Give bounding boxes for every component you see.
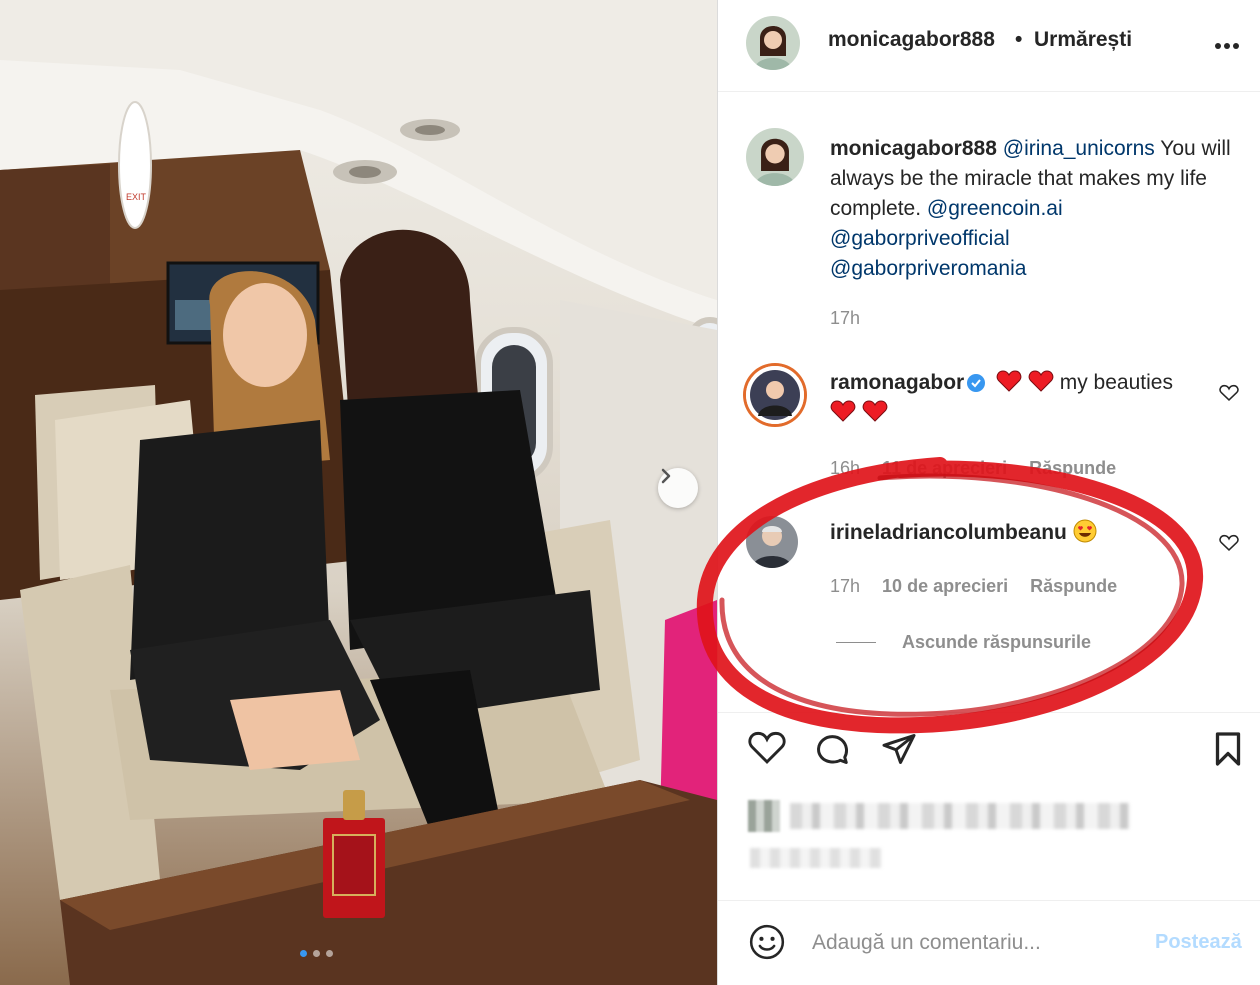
chevron-right-icon: [661, 468, 671, 484]
comment-text: my beauties: [1059, 371, 1173, 394]
commenter-avatar[interactable]: [746, 366, 804, 424]
post-likes-summary[interactable]: [748, 800, 1130, 832]
caption-author-avatar[interactable]: [746, 128, 804, 186]
comment-input[interactable]: [812, 925, 1142, 961]
author-avatar[interactable]: [746, 16, 800, 70]
like-comment-button[interactable]: [1219, 384, 1239, 407]
verified-badge-icon: [967, 374, 986, 393]
comment-bubble-icon: [817, 735, 848, 764]
add-comment-bar: Postează: [718, 900, 1260, 985]
post-photo: EXIT: [0, 0, 717, 985]
like-comment-button[interactable]: [1219, 534, 1239, 557]
carousel-dot: [300, 950, 307, 957]
comment-timestamp[interactable]: 17h: [830, 576, 860, 597]
photo-illustration: EXIT: [0, 0, 717, 985]
author-username-link[interactable]: monicagabor888: [828, 28, 995, 52]
like-post-button[interactable]: [748, 731, 786, 770]
mention-link[interactable]: @gaborpriveofficial: [830, 227, 1010, 250]
caption-text: monicagabor888 @irina_unicorns You will …: [830, 134, 1250, 284]
exit-sign-text: EXIT: [126, 192, 147, 202]
more-options-button[interactable]: [1214, 30, 1240, 56]
red-heart-icon: [996, 370, 1022, 392]
bookmark-icon: [1215, 732, 1241, 766]
hide-replies-label: Ascunde răspunsurile: [902, 632, 1092, 652]
reply-button[interactable]: Răspunde: [1029, 458, 1116, 479]
carousel-dot: [313, 950, 320, 957]
reply-button[interactable]: Răspunde: [1030, 576, 1117, 597]
blurred-liker-avatar: [748, 800, 780, 832]
smiley-icon: [749, 924, 785, 960]
commenter-username-link[interactable]: ramonagabor: [830, 371, 964, 394]
red-heart-icon: [862, 400, 888, 422]
heart-eyes-emoji-icon: [1073, 519, 1097, 543]
paper-plane-icon: [882, 734, 916, 764]
mention-link[interactable]: @irina_unicorns: [1003, 137, 1155, 160]
carousel-indicator: [300, 950, 333, 957]
commenter-avatar[interactable]: [746, 516, 798, 568]
save-post-button[interactable]: [1212, 731, 1244, 772]
caption-author-link[interactable]: monicagabor888: [830, 137, 997, 160]
hide-replies-button[interactable]: Ascunde răspunsurile: [836, 632, 1091, 653]
comment-post-button[interactable]: [813, 731, 851, 772]
comment-likes-count[interactable]: 10 de aprecieri: [882, 576, 1008, 597]
heart-outline-icon: [1219, 384, 1239, 401]
post-side-panel: monicagabor888 • Urmărești monicagabor88…: [717, 0, 1260, 985]
post-actions-bar: [718, 712, 1260, 782]
carousel-next-button[interactable]: [658, 468, 698, 508]
replies-divider-line: [836, 642, 876, 643]
more-dots-icon: [1215, 43, 1239, 49]
comment-body: ramonagabor my beauties: [830, 368, 1210, 428]
comment-body: irineladriancolumbeanu: [830, 518, 1210, 548]
comment-likes-count[interactable]: 11 de aprecieri: [882, 458, 1007, 479]
blurred-post-date: [750, 848, 882, 868]
header-separator: •: [1015, 28, 1023, 51]
caption-timestamp[interactable]: 17h: [830, 308, 860, 329]
red-heart-icon: [1028, 370, 1054, 392]
commenter-username-link[interactable]: irineladriancolumbeanu: [830, 521, 1067, 544]
emoji-picker-button[interactable]: [748, 923, 786, 966]
comment-timestamp[interactable]: 16h: [830, 458, 860, 479]
heart-outline-icon: [748, 731, 786, 764]
comment-meta: 17h 10 de aprecieri Răspunde: [830, 576, 1117, 597]
carousel-dot: [326, 950, 333, 957]
heart-outline-icon: [1219, 534, 1239, 551]
blurred-likes-text: [790, 803, 1130, 829]
red-heart-icon: [830, 400, 856, 422]
comment-meta: 16h 11 de aprecieri Răspunde: [830, 458, 1116, 479]
post-header: monicagabor888 • Urmărești: [718, 0, 1260, 92]
mention-link[interactable]: @greencoin.ai: [927, 197, 1063, 220]
following-button[interactable]: Urmărești: [1034, 28, 1132, 52]
mention-link[interactable]: @gaborpriveromania: [830, 257, 1026, 280]
post-comment-button[interactable]: Postează: [1155, 931, 1242, 954]
share-post-button[interactable]: [881, 731, 917, 772]
